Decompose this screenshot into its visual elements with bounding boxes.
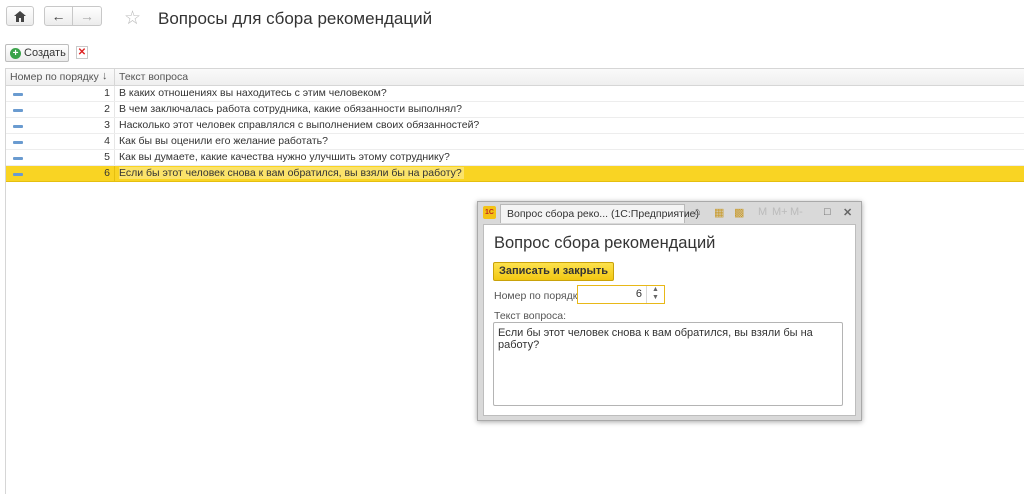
memory-plus-button[interactable]: M+ — [772, 206, 788, 218]
item-icon — [13, 125, 23, 128]
row-text: Если бы этот человек снова к вам обратил… — [119, 167, 464, 179]
item-icon — [13, 141, 23, 144]
forward-button[interactable]: → — [73, 6, 102, 26]
table-row[interactable]: 2 В чем заключалась работа сотрудника, к… — [6, 102, 1024, 118]
row-number: 5 — [104, 151, 110, 163]
memory-minus-button[interactable]: M- — [790, 206, 803, 218]
row-number: 3 — [104, 119, 110, 131]
maximize-icon[interactable]: □ — [824, 206, 831, 218]
window-titlebar[interactable]: 1C Вопрос сбора реко... (1С:Предприятие)… — [478, 202, 861, 224]
delete-icon[interactable]: ✕ — [76, 46, 88, 59]
row-text: В чем заключалась работа сотрудника, как… — [119, 103, 462, 115]
row-text: Насколько этот человек справлялся с выпо… — [119, 119, 480, 131]
item-icon — [13, 173, 23, 176]
page-title: Вопросы для сбора рекомендаций — [158, 9, 433, 28]
number-value: 6 — [635, 288, 642, 300]
create-button[interactable]: + Создать — [5, 44, 69, 62]
home-button[interactable] — [6, 6, 34, 26]
home-icon[interactable]: ⌂ — [694, 206, 701, 218]
question-form-window: 1C Вопрос сбора реко... (1С:Предприятие)… — [477, 201, 862, 421]
table-row[interactable]: 3 Насколько этот человек справлялся с вы… — [6, 118, 1024, 134]
column-header-number[interactable]: Номер по порядку — [10, 71, 110, 83]
table-row[interactable]: 5 Как вы думаете, какие качества нужно у… — [6, 150, 1024, 166]
table-row[interactable]: 1 В каких отношениях вы находитесь с эти… — [6, 86, 1024, 102]
row-text: В каких отношениях вы находитесь с этим … — [119, 87, 387, 99]
chevron-down-icon[interactable]: ▼ — [647, 294, 664, 302]
row-number: 4 — [104, 135, 110, 147]
row-number: 6 — [104, 167, 110, 179]
row-text: Как вы думаете, какие качества нужно улу… — [119, 151, 450, 163]
window-tab[interactable]: Вопрос сбора реко... (1С:Предприятие) — [500, 204, 699, 223]
memory-m-button[interactable]: M — [758, 206, 767, 218]
arrow-right-icon: → — [80, 8, 94, 24]
calculator-icon[interactable]: ▦ — [714, 206, 724, 219]
plus-icon: + — [10, 47, 21, 59]
close-icon[interactable]: ✕ — [843, 206, 852, 219]
number-input[interactable]: 6 ▲ ▼ — [577, 285, 665, 304]
home-icon — [14, 10, 26, 22]
table-header: Номер по порядку ↓ Текст вопроса — [6, 68, 1024, 86]
column-header-text[interactable]: Текст вопроса — [119, 71, 188, 83]
star-icon[interactable]: ☆ — [124, 7, 141, 30]
question-text-input[interactable]: Если бы этот человек снова к вам обратил… — [493, 322, 843, 406]
item-icon — [13, 109, 23, 112]
row-text: Как бы вы оценили его желание работать? — [119, 135, 328, 147]
table-row-selected[interactable]: 6 Если бы этот человек снова к вам обрат… — [6, 166, 1024, 182]
sort-down-icon: ↓ — [102, 70, 108, 82]
number-label: Номер по порядку: — [494, 290, 586, 302]
text-label: Текст вопроса: — [494, 310, 567, 322]
create-button-label: Создать — [24, 47, 66, 59]
item-icon — [13, 157, 23, 160]
window-body: Вопрос сбора рекомендаций Записать и зак… — [483, 224, 856, 416]
calendar-icon[interactable]: ▩ — [734, 206, 744, 219]
row-number: 1 — [104, 87, 110, 99]
number-stepper[interactable]: ▲ ▼ — [646, 286, 664, 303]
arrow-left-icon: ← — [51, 8, 66, 24]
row-number: 2 — [104, 103, 110, 115]
item-icon — [13, 93, 23, 96]
form-title: Вопрос сбора рекомендаций — [494, 234, 716, 252]
1c-logo-icon: 1C — [483, 206, 496, 219]
save-and-close-button[interactable]: Записать и закрыть — [493, 262, 614, 281]
table-row[interactable]: 4 Как бы вы оценили его желание работать… — [6, 134, 1024, 150]
back-button[interactable]: ← — [44, 6, 73, 26]
chevron-up-icon[interactable]: ▲ — [647, 286, 664, 294]
